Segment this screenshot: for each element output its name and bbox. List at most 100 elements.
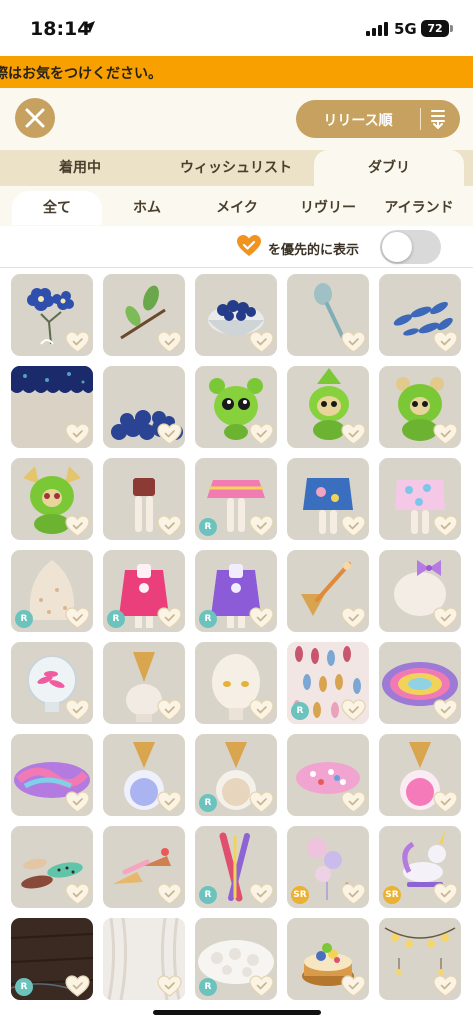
favorite-heart-icon[interactable] (157, 607, 182, 629)
status-bar: 18:14 5G 72 (0, 0, 473, 56)
subtab-livly[interactable]: リヴリー (284, 191, 372, 225)
item-card[interactable] (287, 550, 369, 632)
item-card[interactable] (103, 734, 185, 816)
favorite-heart-icon[interactable] (341, 883, 366, 905)
item-card[interactable] (287, 366, 369, 448)
item-card[interactable] (103, 918, 185, 1000)
item-card[interactable] (103, 458, 185, 540)
item-card[interactable]: R (195, 826, 277, 908)
item-card[interactable] (11, 366, 93, 448)
item-card[interactable] (195, 366, 277, 448)
rarity-badge: R (199, 518, 217, 536)
item-card[interactable] (287, 918, 369, 1000)
favorite-heart-icon[interactable] (433, 331, 458, 353)
favorite-heart-icon[interactable] (433, 975, 458, 997)
item-card[interactable]: SR (379, 826, 461, 908)
item-card[interactable]: R (195, 550, 277, 632)
favorite-heart-icon[interactable] (249, 883, 274, 905)
item-card[interactable]: R (11, 550, 93, 632)
subtab-homu[interactable]: ホム (104, 191, 190, 225)
favorite-heart-icon[interactable] (249, 975, 274, 997)
tab-wishlist[interactable]: ウィッシュリスト (160, 150, 312, 186)
item-card[interactable] (287, 458, 369, 540)
favorite-heart-icon[interactable] (341, 423, 366, 445)
item-card[interactable] (103, 274, 185, 356)
rarity-badge: R (291, 702, 309, 720)
favorite-heart-icon[interactable] (433, 423, 458, 445)
item-card[interactable] (195, 642, 277, 724)
favorite-heart-icon[interactable] (341, 699, 366, 721)
rarity-badge: R (199, 978, 217, 996)
favorite-heart-icon[interactable] (65, 423, 90, 445)
sort-divider (420, 108, 421, 130)
item-card[interactable]: SR (287, 826, 369, 908)
favorite-heart-icon[interactable] (65, 515, 90, 537)
favorite-heart-icon[interactable] (65, 791, 90, 813)
rarity-badge: R (15, 610, 33, 628)
favorite-heart-icon[interactable] (249, 515, 274, 537)
favorite-heart-icon[interactable] (65, 883, 90, 905)
item-card[interactable] (11, 642, 93, 724)
favorite-heart-icon[interactable] (249, 423, 274, 445)
item-card[interactable] (379, 366, 461, 448)
favorite-heart-icon[interactable] (341, 331, 366, 353)
item-card[interactable] (103, 366, 185, 448)
item-card[interactable] (379, 550, 461, 632)
favorite-heart-icon[interactable] (249, 331, 274, 353)
item-card[interactable] (11, 274, 93, 356)
favorite-heart-icon[interactable] (249, 699, 274, 721)
battery-level: 72 (427, 22, 443, 35)
favorite-heart-icon[interactable] (341, 975, 366, 997)
close-button[interactable] (15, 98, 55, 138)
item-card[interactable]: R (195, 458, 277, 540)
favorite-heart-icon[interactable] (65, 699, 90, 721)
tab-duplicates[interactable]: ダブリ (314, 150, 464, 186)
item-card[interactable]: R (11, 918, 93, 1000)
item-card[interactable] (103, 642, 185, 724)
subtab-island[interactable]: アイランド (374, 191, 464, 225)
tab-wearing[interactable]: 着用中 (0, 150, 160, 186)
item-card[interactable] (287, 734, 369, 816)
favorite-heart-icon[interactable] (433, 883, 458, 905)
item-card[interactable] (379, 274, 461, 356)
favorite-heart-icon[interactable] (341, 791, 366, 813)
item-card[interactable]: R (195, 734, 277, 816)
favorite-heart-icon[interactable] (341, 607, 366, 629)
favorite-heart-icon[interactable] (65, 331, 90, 353)
item-card[interactable] (379, 642, 461, 724)
favorite-heart-icon[interactable] (341, 515, 366, 537)
favorite-heart-icon[interactable] (433, 607, 458, 629)
favorite-heart-icon[interactable] (157, 331, 182, 353)
item-card[interactable] (195, 274, 277, 356)
favorite-heart-icon[interactable] (157, 975, 182, 997)
favorite-heart-icon[interactable] (249, 791, 274, 813)
favorite-heart-icon[interactable] (157, 423, 182, 445)
item-card[interactable] (287, 274, 369, 356)
item-card[interactable] (379, 918, 461, 1000)
sort-button[interactable]: リリース順 (296, 100, 460, 138)
rarity-badge: R (199, 610, 217, 628)
favorite-heart-icon[interactable] (65, 607, 90, 629)
subtab-makeup[interactable]: メイク (192, 191, 282, 225)
rarity-badge: R (199, 794, 217, 812)
favorite-heart-icon[interactable] (157, 515, 182, 537)
favorite-heart-icon[interactable] (433, 515, 458, 537)
favorite-heart-icon[interactable] (157, 791, 182, 813)
favorite-heart-icon[interactable] (157, 699, 182, 721)
item-card[interactable] (379, 458, 461, 540)
item-card[interactable] (379, 734, 461, 816)
favorite-priority-toggle[interactable] (380, 230, 441, 264)
favorite-heart-icon[interactable] (65, 975, 90, 997)
favorite-heart-icon[interactable] (157, 883, 182, 905)
item-card[interactable] (11, 734, 93, 816)
item-card[interactable] (11, 826, 93, 908)
favorite-heart-icon[interactable] (249, 607, 274, 629)
item-card[interactable] (11, 458, 93, 540)
item-card[interactable]: R (103, 550, 185, 632)
favorite-heart-icon[interactable] (433, 699, 458, 721)
favorite-heart-icon[interactable] (433, 791, 458, 813)
item-card[interactable] (103, 826, 185, 908)
item-card[interactable]: R (195, 918, 277, 1000)
subtab-all[interactable]: 全て (12, 191, 102, 225)
item-card[interactable]: R (287, 642, 369, 724)
